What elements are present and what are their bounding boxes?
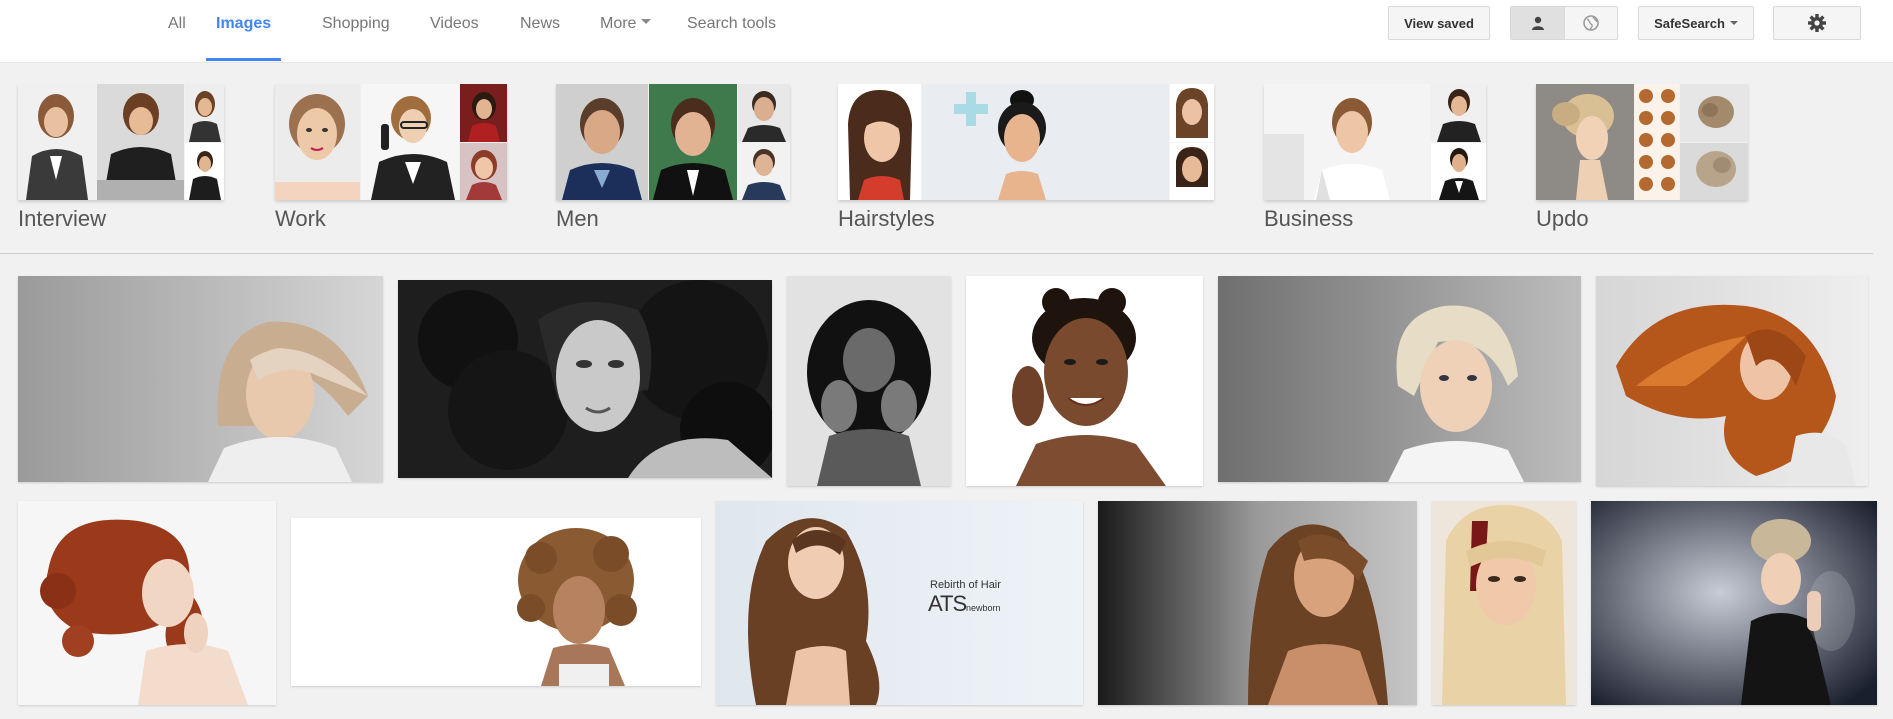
thumbnail-image bbox=[275, 84, 360, 200]
ad-brand: ATS bbox=[928, 591, 967, 616]
related-search-label: Men bbox=[556, 206, 599, 231]
image-result[interactable] bbox=[966, 276, 1203, 486]
thumbnail-image bbox=[1431, 143, 1486, 200]
image-result[interactable]: Rebirth of Hair ATS newborn bbox=[716, 501, 1083, 705]
related-thumbnail-collage bbox=[18, 84, 224, 200]
thumbnail-image bbox=[1680, 84, 1748, 142]
chevron-down-icon bbox=[641, 19, 652, 25]
image-result[interactable] bbox=[18, 501, 276, 705]
related-search-interview[interactable]: Interview bbox=[18, 84, 224, 231]
thumbnail-image bbox=[97, 84, 184, 200]
thumbnail-image bbox=[1536, 84, 1634, 200]
thumbnail-image bbox=[738, 84, 790, 142]
thumbnail-image bbox=[1635, 84, 1679, 200]
related-search-label: Business bbox=[1264, 206, 1354, 231]
thumbnail-image bbox=[460, 143, 507, 200]
tab-images[interactable]: Images bbox=[206, 0, 282, 61]
image-result[interactable] bbox=[1098, 501, 1417, 705]
thumbnail-image bbox=[185, 143, 224, 200]
image-result[interactable] bbox=[1591, 501, 1877, 705]
image-result[interactable] bbox=[1218, 276, 1581, 482]
related-search-label: Hairstyles bbox=[838, 206, 935, 231]
thumbnail-image bbox=[18, 84, 96, 200]
related-search-updo[interactable]: Updo bbox=[1536, 84, 1748, 231]
tab-videos[interactable]: Videos bbox=[430, 0, 479, 60]
gear-icon bbox=[1808, 14, 1826, 32]
thumbnail-image bbox=[738, 143, 790, 200]
image-result[interactable] bbox=[787, 276, 951, 486]
tab-search-tools[interactable]: Search tools bbox=[687, 0, 776, 60]
related-thumbnail-collage bbox=[556, 84, 790, 200]
ad-subtitle: newborn bbox=[966, 603, 1001, 613]
image-result[interactable] bbox=[1432, 501, 1576, 705]
settings-button[interactable] bbox=[1773, 6, 1861, 40]
thumbnail-image bbox=[1264, 84, 1430, 200]
image-result[interactable] bbox=[1596, 276, 1868, 486]
view-saved-button[interactable]: View saved bbox=[1388, 6, 1490, 40]
thumbnail-image bbox=[556, 84, 648, 200]
related-search-business[interactable]: Business bbox=[1264, 84, 1486, 231]
thumbnail-image bbox=[460, 84, 507, 142]
tab-more[interactable]: More bbox=[600, 0, 652, 60]
image-result[interactable] bbox=[398, 280, 772, 478]
globe-icon bbox=[1583, 15, 1599, 31]
ad-tagline: Rebirth of Hair bbox=[930, 579, 1001, 591]
section-divider bbox=[0, 253, 1873, 254]
thumbnail-image bbox=[1431, 84, 1486, 142]
related-search-label: Interview bbox=[18, 206, 107, 231]
tab-news[interactable]: News bbox=[520, 0, 560, 60]
related-search-men[interactable]: Men bbox=[556, 84, 790, 231]
thumbnail-image bbox=[1170, 84, 1214, 142]
safesearch-button[interactable]: SafeSearch bbox=[1638, 6, 1754, 40]
thumbnail-image bbox=[649, 84, 737, 200]
thumbnail-image bbox=[838, 84, 921, 200]
chevron-down-icon bbox=[1729, 21, 1738, 25]
top-navigation-bar: All Images Shopping Videos News More Sea… bbox=[0, 0, 1893, 63]
tab-all[interactable]: All bbox=[168, 0, 186, 60]
related-search-work[interactable]: Work bbox=[275, 84, 507, 231]
private-results-button[interactable] bbox=[1510, 6, 1565, 40]
person-icon bbox=[1531, 16, 1544, 30]
thumbnail-image bbox=[361, 84, 459, 200]
hide-private-results-button[interactable] bbox=[1564, 6, 1618, 40]
thumbnail-image bbox=[185, 84, 224, 142]
image-result[interactable] bbox=[18, 276, 383, 482]
related-search-label: Work bbox=[275, 206, 326, 231]
related-thumbnail-collage bbox=[1264, 84, 1486, 200]
thumbnail-image bbox=[1170, 143, 1214, 200]
related-thumbnail-collage bbox=[838, 84, 1214, 200]
related-thumbnail-collage bbox=[1536, 84, 1748, 200]
related-search-hairstyles[interactable]: Hairstyles bbox=[838, 84, 1214, 231]
image-result[interactable] bbox=[291, 518, 701, 686]
safesearch-label: SafeSearch bbox=[1654, 15, 1725, 31]
related-search-label: Updo bbox=[1536, 206, 1589, 231]
related-thumbnail-collage bbox=[275, 84, 507, 200]
thumbnail-image bbox=[1680, 143, 1748, 200]
tab-shopping[interactable]: Shopping bbox=[322, 0, 390, 60]
tab-more-label: More bbox=[600, 15, 637, 32]
thumbnail-image bbox=[922, 84, 1169, 200]
